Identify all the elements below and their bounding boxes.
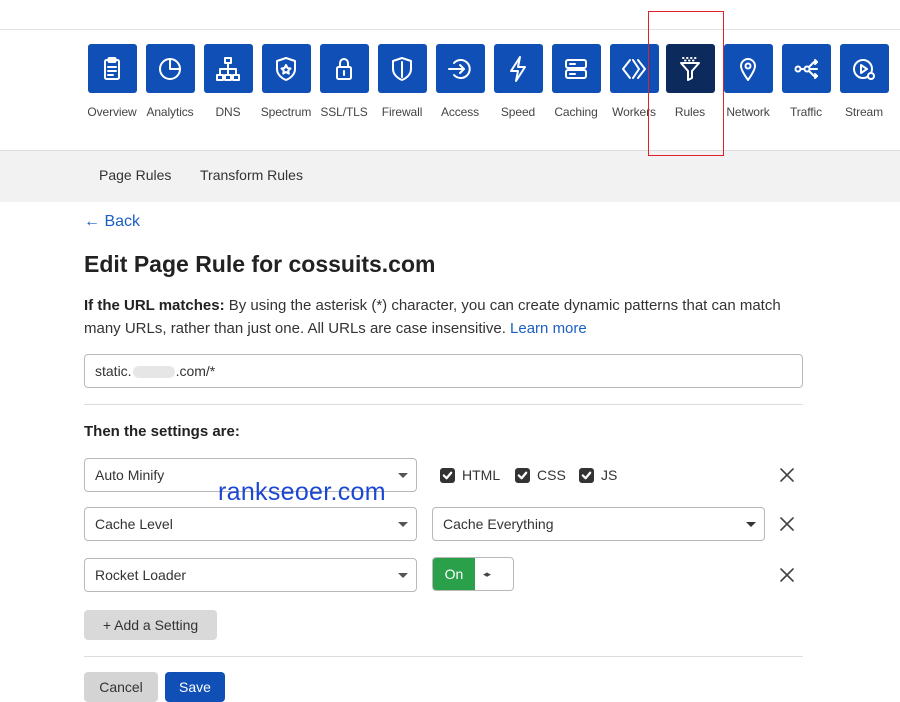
toggle-on-label: On	[433, 558, 475, 590]
nav-item-firewall[interactable]: Firewall	[372, 44, 432, 119]
nav-label: Speed	[500, 105, 536, 119]
remove-setting-close-icon[interactable]	[780, 568, 794, 582]
nav-item-ssl-tls[interactable]: SSL/TLS	[314, 44, 374, 119]
toggle-handle-icon: ◂▸	[483, 569, 491, 579]
redacted-domain	[132, 366, 175, 379]
subnav-page-rules[interactable]: Page Rules	[99, 167, 171, 183]
select-value: Cache Level	[95, 516, 173, 532]
top-divider	[0, 29, 900, 30]
nav-item-speed[interactable]: Speed	[488, 44, 548, 119]
nav-label: Access	[440, 105, 480, 119]
stream-play-icon	[853, 58, 875, 80]
caret-down-icon	[398, 473, 408, 478]
caret-down-icon	[398, 573, 408, 578]
checkbox-js[interactable]: JS	[579, 467, 617, 483]
url-suffix: .com/*	[175, 363, 216, 379]
pie-chart-icon	[159, 57, 181, 80]
checkbox-checked-icon	[579, 467, 594, 483]
nav-item-analytics[interactable]: Analytics	[140, 44, 200, 119]
remove-setting-close-icon[interactable]	[780, 517, 794, 531]
checkbox-label: JS	[601, 467, 618, 483]
network-tree-icon	[216, 56, 240, 81]
nav-label: Stream	[844, 105, 884, 119]
back-link[interactable]: ← Back	[84, 213, 140, 231]
nav-item-access[interactable]: Access	[430, 44, 490, 119]
page-title: Edit Page Rule for cossuits.com	[84, 251, 436, 277]
remove-setting-close-icon[interactable]	[780, 468, 794, 482]
nav-label: Overview	[87, 105, 137, 119]
nav-label: Caching	[554, 105, 598, 119]
highlight-box	[648, 11, 724, 156]
lightning-icon	[510, 55, 526, 82]
section-divider	[84, 656, 803, 657]
select-value: Cache Everything	[443, 516, 554, 532]
rules-subnav: Page Rules Transform Rules	[0, 150, 900, 202]
select-value: Rocket Loader	[95, 567, 187, 583]
url-prefix: static.	[95, 363, 132, 379]
checkbox-label: HTML	[462, 467, 501, 483]
nav-label: Network	[726, 105, 770, 119]
access-arrow-icon	[448, 58, 471, 79]
server-stack-icon	[565, 58, 587, 79]
nav-label: Firewall	[381, 105, 423, 119]
learn-more-link[interactable]: Learn more	[510, 320, 587, 337]
code-brackets-icon	[622, 58, 646, 79]
select-value: Auto Minify	[95, 467, 165, 483]
traffic-flow-icon	[794, 58, 818, 79]
section-divider	[84, 404, 803, 405]
watermark-text: rankseoer.com	[218, 478, 386, 506]
settings-heading: Then the settings are:	[84, 423, 240, 440]
subnav-transform-rules[interactable]: Transform Rules	[200, 167, 303, 183]
checkbox-html[interactable]: HTML	[440, 467, 500, 483]
checkbox-checked-icon	[440, 467, 455, 483]
nav-label: SSL/TLS	[320, 105, 368, 119]
nav-label: Traffic	[790, 105, 822, 119]
setting-select-cache-level[interactable]: Cache Level	[84, 507, 417, 541]
nav-item-stream[interactable]: Stream	[834, 44, 894, 119]
cache-level-value-select[interactable]: Cache Everything	[432, 507, 765, 541]
firewall-shield-icon	[392, 56, 412, 81]
checkbox-label: CSS	[537, 467, 566, 483]
description-label: If the URL matches:	[84, 297, 225, 314]
nav-item-traffic[interactable]: Traffic	[776, 44, 836, 119]
location-pin-icon	[740, 57, 756, 81]
caret-down-icon	[398, 522, 408, 527]
lock-icon	[336, 57, 352, 80]
nav-label: Analytics	[146, 105, 194, 119]
nav-label: Spectrum	[260, 105, 312, 119]
clipboard-icon	[104, 56, 120, 80]
nav-item-network[interactable]: Network	[718, 44, 778, 119]
checkbox-checked-icon	[515, 467, 530, 483]
caret-down-icon	[746, 522, 756, 527]
nav-item-dns[interactable]: DNS	[198, 44, 258, 119]
shield-star-icon	[276, 56, 296, 81]
rocket-loader-toggle[interactable]: On ◂▸	[432, 557, 514, 591]
url-match-description: If the URL matches: By using the asteris…	[84, 294, 814, 340]
nav-item-overview[interactable]: Overview	[82, 44, 142, 119]
nav-item-caching[interactable]: Caching	[546, 44, 606, 119]
url-pattern-input[interactable]: static. .com/*	[84, 354, 803, 388]
checkbox-css[interactable]: CSS	[515, 467, 566, 483]
nav-label: DNS	[215, 105, 241, 119]
nav-item-spectrum[interactable]: Spectrum	[256, 44, 316, 119]
add-setting-button[interactable]: + Add a Setting	[84, 610, 217, 640]
setting-select-rocket-loader[interactable]: Rocket Loader	[84, 558, 417, 592]
product-nav: Overview Analytics DNS Spectrum SSL/TLS …	[0, 44, 900, 124]
